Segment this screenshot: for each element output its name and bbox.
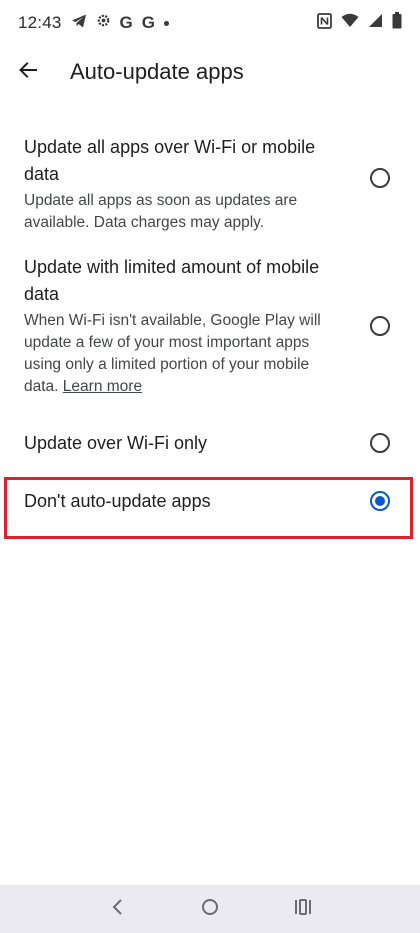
status-time: 12:43 <box>18 13 62 32</box>
back-button[interactable] <box>10 54 46 90</box>
app-bar: Auto-update apps <box>0 46 420 98</box>
option-text: Don't auto-update apps <box>24 488 346 515</box>
radio-unselected-icon <box>370 316 390 336</box>
nav-recents-button[interactable] <box>283 889 323 929</box>
option-title: Update all apps over Wi-Fi or mobile dat… <box>24 137 316 184</box>
telegram-icon <box>71 13 87 34</box>
radio-button-wifi-only[interactable] <box>370 433 390 453</box>
google-icon: G <box>141 13 156 32</box>
auto-update-options: Update all apps over Wi-Fi or mobile dat… <box>0 118 420 530</box>
option-text: Update all apps over Wi-Fi or mobile dat… <box>24 134 346 234</box>
radio-unselected-icon <box>370 433 390 453</box>
status-bar-left: 12:43 G G <box>18 13 170 34</box>
recents-nav-icon <box>294 898 312 920</box>
home-nav-icon <box>201 898 219 921</box>
radio-selected-dot <box>375 496 385 506</box>
settings-icon <box>96 13 111 33</box>
back-nav-icon <box>110 898 124 921</box>
battery-icon <box>392 12 402 34</box>
nfc-icon <box>317 12 332 34</box>
arrow-back-icon <box>18 60 38 85</box>
status-bar: 12:43 G G <box>0 0 420 46</box>
signal-icon <box>368 13 383 33</box>
option-limited-mobile-data[interactable]: Update with limited amount of mobile dat… <box>0 238 420 414</box>
option-title: Update with limited amount of mobile dat… <box>24 257 320 304</box>
option-dont-auto-update[interactable]: Don't auto-update apps <box>0 472 420 530</box>
nav-back-button[interactable] <box>97 889 137 929</box>
radio-unselected-icon <box>370 168 390 188</box>
wifi-icon <box>341 13 359 33</box>
option-text: Update over Wi-Fi only <box>24 430 346 457</box>
option-title: Update over Wi-Fi only <box>24 432 208 453</box>
radio-selected-icon <box>370 491 390 511</box>
option-wifi-or-mobile[interactable]: Update all apps over Wi-Fi or mobile dat… <box>0 118 420 238</box>
status-bar-right <box>317 12 402 34</box>
option-description: When Wi-Fi isn't available, Google Play … <box>24 310 346 398</box>
option-description: Update all apps as soon as updates are a… <box>24 192 298 231</box>
more-dot-icon <box>164 20 170 26</box>
learn-more-link[interactable]: Learn more <box>63 378 142 395</box>
radio-button-wifi-or-mobile[interactable] <box>370 168 390 188</box>
radio-button-dont-auto-update[interactable] <box>370 491 390 511</box>
page-title: Auto-update apps <box>70 59 244 84</box>
radio-button-limited-mobile-data[interactable] <box>370 316 390 336</box>
option-wifi-only[interactable]: Update over Wi-Fi only <box>0 414 420 472</box>
google-icon: G <box>119 13 133 32</box>
option-title: Don't auto-update apps <box>24 490 211 511</box>
nav-home-button[interactable] <box>190 889 230 929</box>
option-text: Update with limited amount of mobile dat… <box>24 254 346 398</box>
system-nav-bar <box>0 885 420 933</box>
